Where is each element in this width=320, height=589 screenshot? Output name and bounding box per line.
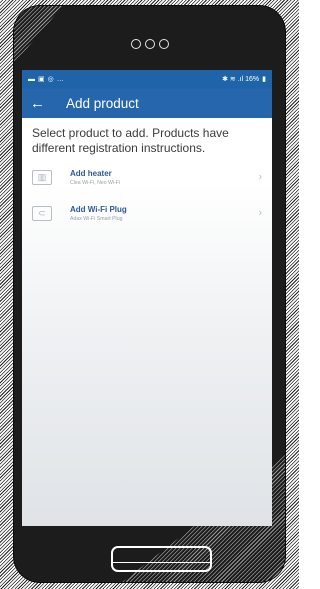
list-item-add-wifi-plug[interactable]: ⊂ Add Wi-Fi Plug Adax Wi-Fi Smart Plug › [32, 198, 262, 228]
intro-text: Select product to add. Products have dif… [32, 126, 229, 155]
item-title: Add Wi-Fi Plug [70, 204, 127, 214]
item-title: Add heater [70, 168, 112, 178]
item-subtitle: Adax Wi-Fi Smart Plug [70, 215, 123, 222]
chevron-right-icon: › [258, 207, 262, 219]
battery-icon: ▮ [262, 76, 266, 83]
sync-icon: ◎ [47, 76, 54, 83]
speaker-dots [130, 39, 169, 49]
item-subtitle: Clea Wi-Fi, Neo Wi-Fi [70, 179, 121, 186]
status-indicators: ✱ ≋ .ıl 16% [222, 76, 260, 83]
plug-icon: ⊂ [32, 205, 52, 221]
page-title: Add product [66, 96, 139, 111]
notification-icon: ▬ [28, 76, 35, 83]
status-right: ✱ ≋ .ıl 16% ▮ [222, 76, 266, 83]
more-icon: … [56, 76, 64, 83]
chevron-right-icon: › [258, 171, 262, 183]
speaker-dot [158, 39, 169, 49]
speaker-dot [130, 39, 141, 49]
gallery-icon: ▣ [38, 76, 45, 83]
status-left-icons: ▬ ▣ ◎ … [28, 76, 64, 83]
app-bar: ← Add product [22, 89, 272, 118]
heater-icon: ▥ [32, 169, 52, 185]
phone-screen: ▬ ▣ ◎ … ✱ ≋ .ıl 16% ▮ ← Add product Sele… [22, 70, 272, 526]
status-bar: ▬ ▣ ◎ … ✱ ≋ .ıl 16% ▮ [22, 70, 272, 89]
home-button[interactable] [111, 546, 212, 572]
item-text: Add Wi-Fi Plug Adax Wi-Fi Smart Plug [70, 205, 127, 222]
list-item-add-heater[interactable]: ▥ Add heater Clea Wi-Fi, Neo Wi-Fi › [32, 162, 262, 192]
speaker-dot [144, 39, 155, 49]
item-text: Add heater Clea Wi-Fi, Neo Wi-Fi [70, 169, 120, 186]
back-arrow-icon[interactable]: ← [30, 96, 52, 111]
